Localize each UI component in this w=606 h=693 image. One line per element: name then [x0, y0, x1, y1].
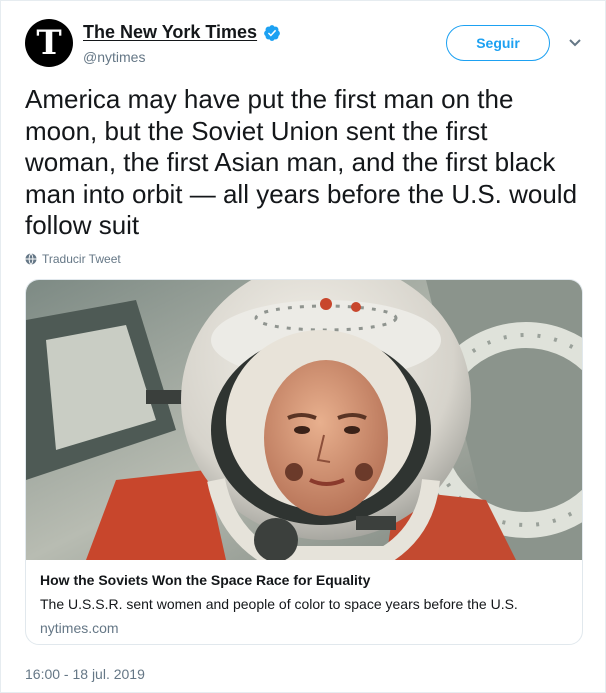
- avatar-logo: T: [36, 23, 62, 63]
- tweet-timestamp[interactable]: 16:00 - 18 jul. 2019: [25, 666, 145, 682]
- card-domain: nytimes.com: [40, 620, 119, 636]
- chevron-down-icon[interactable]: [568, 38, 582, 48]
- card-description: The U.S.S.R. sent women and people of co…: [40, 596, 518, 612]
- tweet-text: America may have put the first man on th…: [25, 84, 578, 240]
- link-card[interactable]: How the Soviets Won the Space Race for E…: [25, 279, 583, 645]
- globe-icon: [25, 253, 37, 265]
- avatar[interactable]: T: [25, 19, 73, 67]
- verified-badge-icon: [264, 24, 280, 41]
- author-name-row: The New York Times: [83, 22, 281, 43]
- card-image: [26, 280, 582, 560]
- card-title: How the Soviets Won the Space Race for E…: [40, 572, 371, 588]
- translate-tweet-link[interactable]: Traducir Tweet: [25, 252, 121, 266]
- card-body: How the Soviets Won the Space Race for E…: [40, 572, 568, 636]
- follow-button[interactable]: Seguir: [446, 25, 550, 61]
- tweet-author: The New York Times @nytimes: [83, 22, 281, 65]
- author-handle[interactable]: @nytimes: [83, 49, 281, 65]
- translate-label: Traducir Tweet: [42, 252, 121, 266]
- author-display-name[interactable]: The New York Times: [83, 22, 257, 43]
